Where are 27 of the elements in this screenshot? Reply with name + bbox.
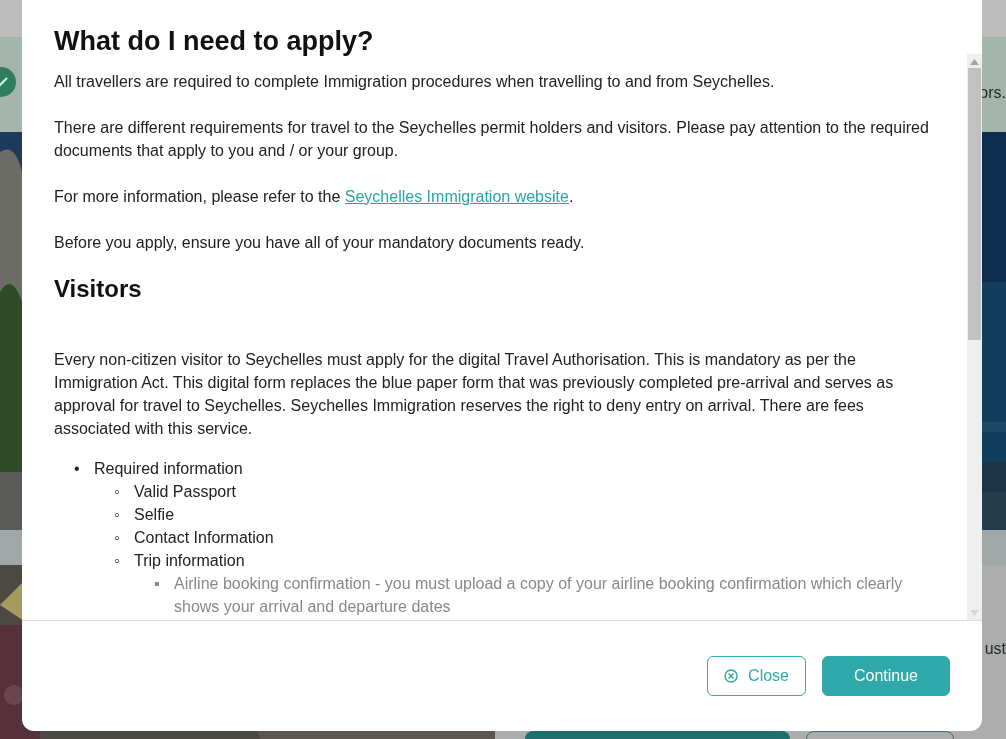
bullet: ▪ (154, 574, 161, 594)
bullet: ◦ (114, 528, 121, 548)
list-item: Airline booking confirmation - you must upload a copy of your airline booking confirmation which clearly shows your arrival and departure dates (174, 574, 904, 617)
scrollbar[interactable] (967, 54, 982, 620)
paragraph: Every non-citizen visitor to Seychelles must apply for the digital Travel Authorisation. This is mandatory as per the Immigration Act. This digital form replaces the blue paper form that was previously completed pre-arrival and serves as approval for travel to Seychelles. Seychelles Immigration reserves the right to deny entry on arrival. There are fees associated with this service. (54, 350, 895, 439)
list-item: Trip information (134, 551, 246, 571)
link[interactable]: Seychelles Immigration website (344, 188, 569, 205)
close-icon (724, 666, 739, 686)
arrow-up-icon[interactable] (970, 58, 979, 66)
continue-button[interactable]: Continue (822, 656, 950, 696)
list-item: Contact Information (134, 528, 275, 548)
list-item: Valid Passport (134, 482, 237, 502)
paragraph: All travellers are required to complete Immigration procedures when travelling to and from Seychelles. (54, 72, 776, 92)
bullet: ◦ (114, 505, 121, 525)
section-heading: Visitors (54, 277, 143, 300)
paragraph: There are different requirements for travel to the Seychelles permit holders and visitors. Please pay attention to the required documents that apply to you and / or your group. (54, 118, 930, 161)
modal-title: What do I need to apply? (53, 25, 375, 54)
background-text: ust (984, 640, 1006, 658)
bullet: • (74, 459, 81, 479)
bullet: ◦ (114, 551, 121, 571)
paragraph: Before you apply, ensure you have all of your mandatory documents ready. (54, 233, 586, 253)
paragraph: For more information, please refer to the Seychelles Immigration website. (54, 187, 575, 207)
bullet: ◦ (114, 482, 121, 502)
list-item: Required information (94, 459, 244, 479)
close-button[interactable]: Close (707, 656, 806, 696)
arrow-down-icon[interactable] (970, 610, 979, 616)
list-item: Selfie (134, 505, 176, 525)
